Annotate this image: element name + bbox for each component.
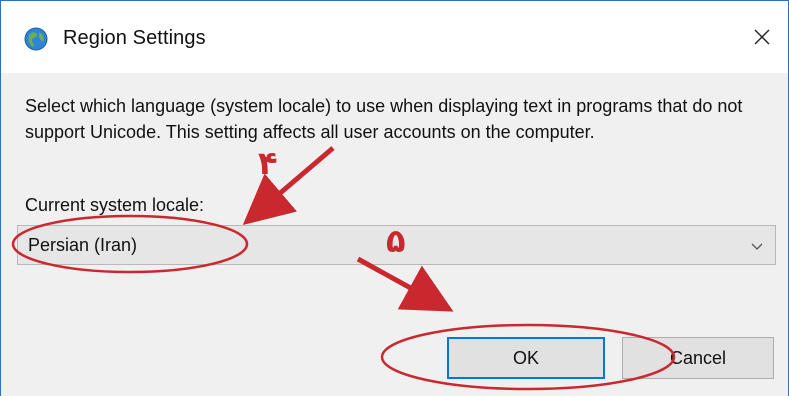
cancel-button[interactable]: Cancel xyxy=(622,337,774,379)
ok-button[interactable]: OK xyxy=(447,337,605,379)
chevron-down-icon xyxy=(751,243,763,250)
region-settings-window: Region Settings Select which language (s… xyxy=(0,0,789,396)
locale-selected-value: Persian (Iran) xyxy=(28,235,138,255)
globe-icon xyxy=(24,27,48,51)
description-text: Select which language (system locale) to… xyxy=(25,96,743,142)
close-button[interactable] xyxy=(742,17,782,57)
step-number-5: ۵ xyxy=(386,222,406,260)
title-bar: Region Settings xyxy=(1,1,788,73)
locale-label: Current system locale: xyxy=(25,195,205,215)
step-number-4: ۴ xyxy=(258,144,278,182)
close-icon xyxy=(754,29,770,45)
window-title: Region Settings xyxy=(63,27,206,49)
